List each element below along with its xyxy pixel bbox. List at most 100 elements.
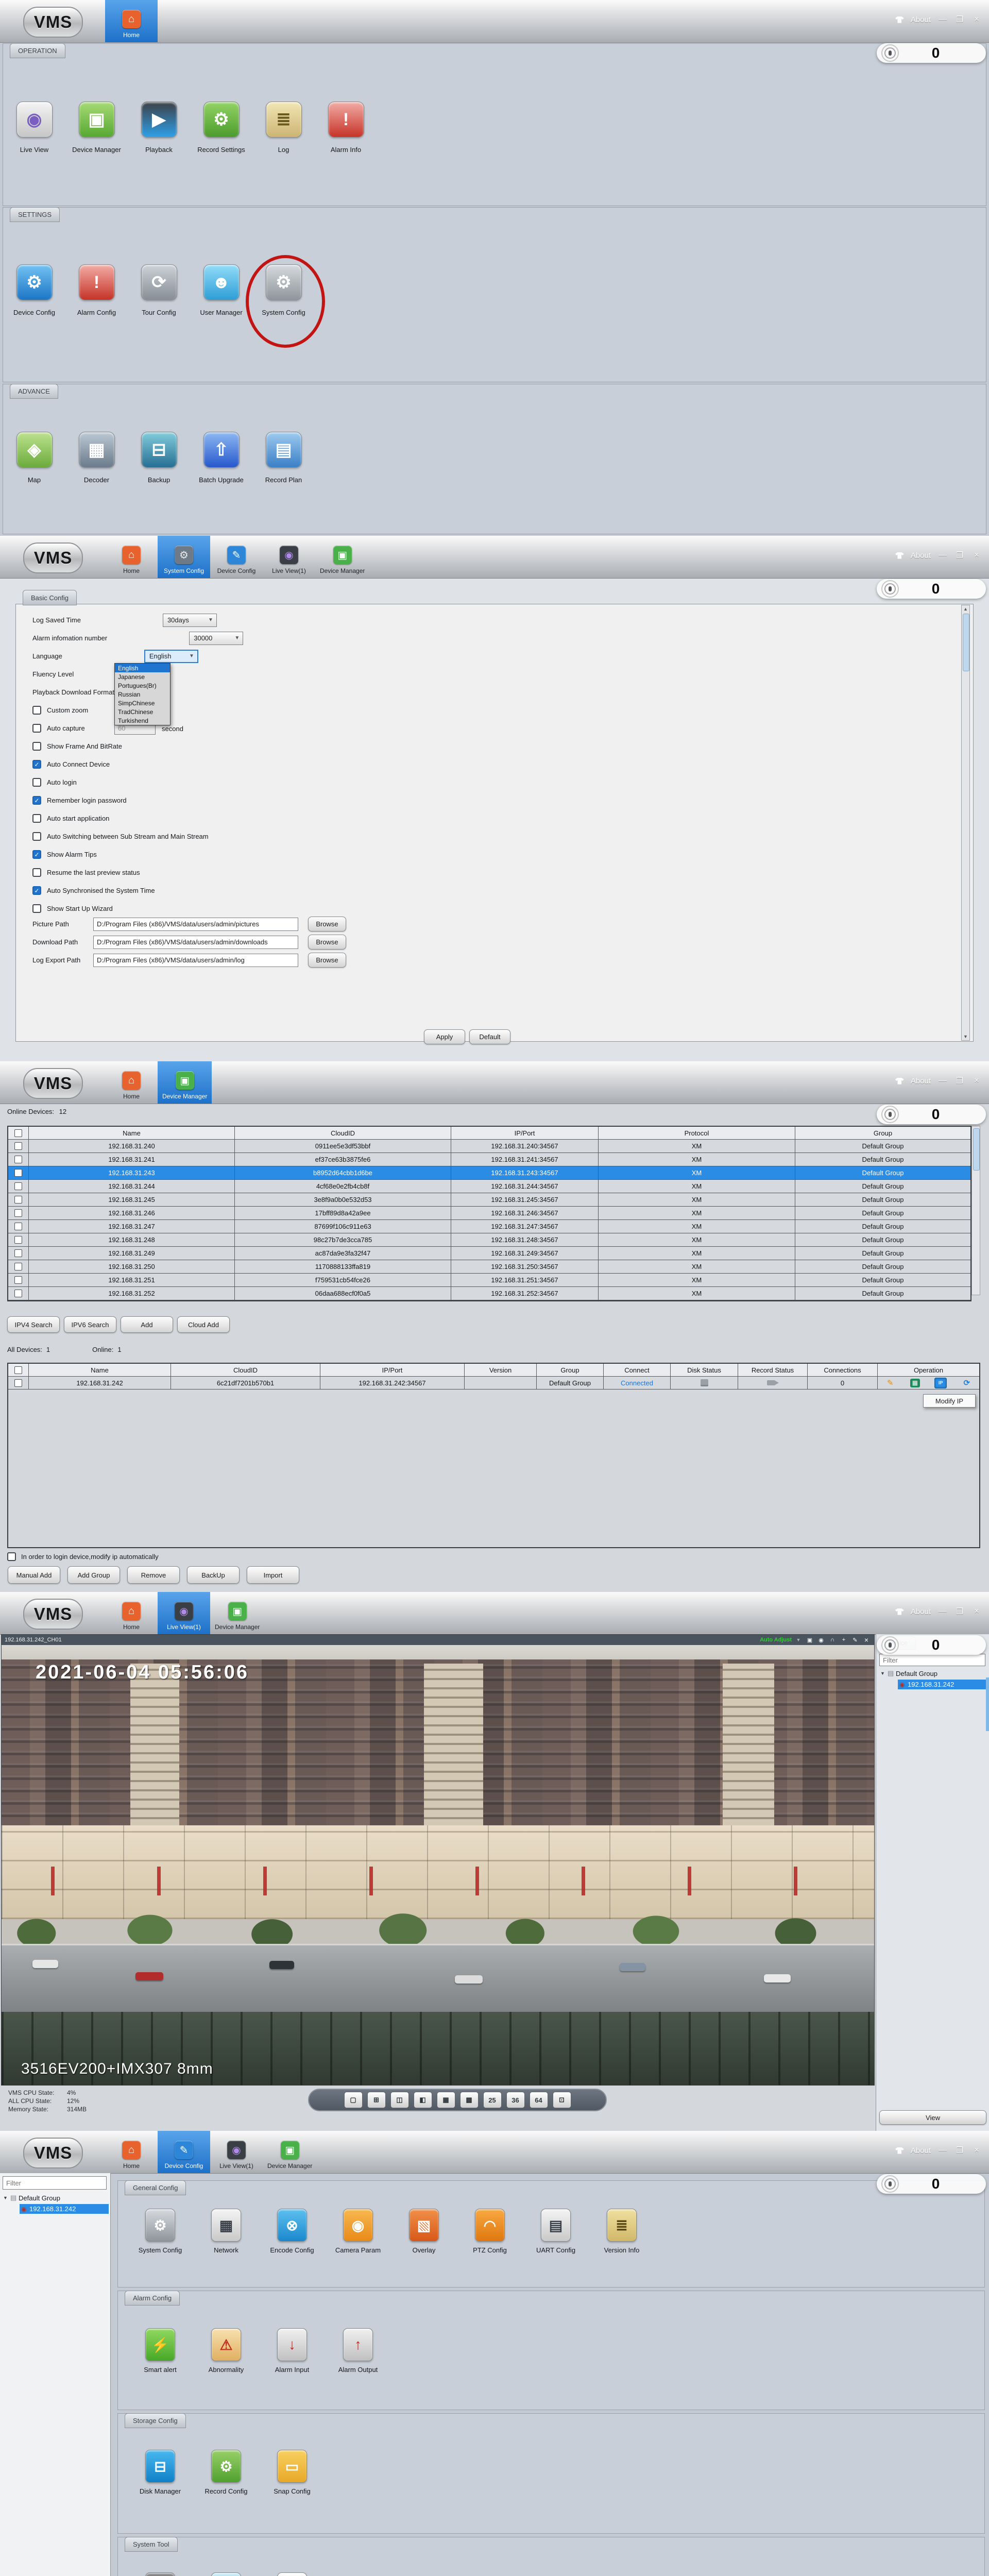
app-icon-item[interactable]: ⟳ Tour Config: [128, 264, 190, 317]
default-button[interactable]: Default: [469, 1029, 510, 1044]
log-saved-time-select[interactable]: 30days ▼: [163, 614, 217, 627]
config-icon-item[interactable]: ◠ PTZ Config: [457, 2209, 523, 2255]
alarm-notification-pill[interactable]: 0: [877, 1635, 986, 1655]
checkbox[interactable]: ✓: [32, 778, 41, 787]
tab[interactable]: ⌂ Home: [105, 1592, 158, 1634]
checkbox[interactable]: [14, 1142, 22, 1150]
auto-adjust-label[interactable]: Auto Adjust: [760, 1637, 792, 1643]
tree-device-row[interactable]: ◉ 192.168.31.242: [20, 2204, 109, 2214]
minimize-icon[interactable]: —: [937, 15, 948, 24]
device-row[interactable]: 192.168.31.244 4cf68e0e2fb4cb8f 192.168.…: [8, 1180, 970, 1193]
device-row[interactable]: 192.168.31.246 17bff89d8a42a9ee 192.168.…: [8, 1207, 970, 1220]
close-icon[interactable]: ×: [971, 551, 982, 560]
app-icon-item[interactable]: ⊟ Backup: [128, 432, 190, 485]
search-button[interactable]: IPV6 Search: [64, 1316, 116, 1333]
row-checkbox-cell[interactable]: [8, 1377, 29, 1389]
about-button[interactable]: About: [911, 15, 931, 24]
restore-icon[interactable]: ❐: [954, 1076, 965, 1086]
vertical-scrollbar[interactable]: ▲▼: [961, 605, 970, 1041]
device-row[interactable]: 192.168.31.249 ac87da9e3fa32f47 192.168.…: [8, 1247, 970, 1260]
device-row[interactable]: 192.168.31.247 87699f106c911e63 192.168.…: [8, 1220, 970, 1233]
column-header[interactable]: IP/Port: [320, 1364, 465, 1376]
alarm-notification-pill[interactable]: 0: [877, 43, 986, 63]
action-button[interactable]: Import: [247, 1566, 299, 1584]
basic-config-tab[interactable]: Basic Config: [23, 590, 77, 605]
search-button[interactable]: Cloud Add: [177, 1316, 230, 1333]
video-cell[interactable]: 192.168.31.242_CH01 Auto Adjust ▼ ▣ ◉ ∩ …: [1, 1634, 875, 2086]
config-icon-item[interactable]: ▧ Overlay: [391, 2209, 457, 2255]
apply-button[interactable]: Apply: [424, 1029, 465, 1044]
action-button[interactable]: Manual Add: [8, 1566, 60, 1584]
checkbox[interactable]: [14, 1182, 22, 1190]
checkbox[interactable]: ✓: [32, 760, 41, 769]
about-button[interactable]: About: [911, 1077, 931, 1086]
app-icon-item[interactable]: ⚙ Device Config: [3, 264, 65, 317]
chevron-down-icon[interactable]: ▼: [794, 1637, 803, 1642]
checkbox[interactable]: [14, 1156, 22, 1163]
about-button[interactable]: About: [911, 551, 931, 560]
row-checkbox-cell[interactable]: [8, 1247, 29, 1260]
layout-button[interactable]: ⊞: [367, 2092, 386, 2108]
close-icon[interactable]: ×: [971, 1607, 982, 1616]
tab[interactable]: ⌂ Home: [105, 536, 158, 578]
alarm-notification-pill[interactable]: 0: [877, 579, 986, 599]
config-icon-item[interactable]: ⌂ Default: [193, 2572, 259, 2576]
language-option[interactable]: Turkishend: [115, 716, 170, 725]
skin-icon[interactable]: [895, 1078, 904, 1084]
device-filter-input[interactable]: [3, 2176, 107, 2190]
tab[interactable]: ⌂ Home: [105, 2131, 158, 2173]
encode-icon[interactable]: ▦: [910, 1379, 920, 1387]
refresh-icon[interactable]: ⟳: [962, 1378, 972, 1387]
checkbox[interactable]: [14, 1263, 22, 1270]
checkbox[interactable]: [14, 1196, 22, 1204]
device-filter-input[interactable]: [879, 1654, 985, 1666]
tab[interactable]: ⚙ System Config: [158, 536, 210, 578]
skin-icon[interactable]: [895, 552, 904, 559]
tab[interactable]: ▣ Device Manager: [158, 1061, 212, 1104]
layout-button[interactable]: ▦: [437, 2092, 455, 2108]
device-row[interactable]: 192.168.31.250 1170888133ffa819 192.168.…: [8, 1260, 970, 1274]
device-row[interactable]: 192.168.31.245 3e8f9a0b0e532d53 192.168.…: [8, 1193, 970, 1207]
device-row[interactable]: 192.168.31.242 6c21df7201b570b1 192.168.…: [8, 1377, 979, 1389]
tab[interactable]: ◉ Live View(1): [210, 2131, 263, 2173]
config-icon-item[interactable]: ▤ UART Config: [523, 2209, 589, 2255]
device-row[interactable]: 192.168.31.251 f759531cb54fce26 192.168.…: [8, 1274, 970, 1287]
restore-icon[interactable]: ❐: [954, 2145, 965, 2156]
checkbox[interactable]: [14, 1169, 22, 1177]
column-header[interactable]: Connect: [604, 1364, 671, 1376]
snapshot-icon[interactable]: ◉: [816, 1637, 826, 1643]
checkbox[interactable]: ✓: [32, 814, 41, 823]
tree-group-row[interactable]: ▼ ▤ Default Group: [880, 1669, 937, 1677]
language-option[interactable]: Japanese: [115, 672, 170, 681]
app-icon-item[interactable]: ☻ User Manager: [190, 264, 252, 317]
tab[interactable]: ▣ Device Manager: [315, 536, 369, 578]
config-icon-item[interactable]: ↓ Alarm Input: [259, 2328, 325, 2375]
column-header[interactable]: CloudID: [235, 1127, 451, 1139]
device-row[interactable]: 192.168.31.240 0911ee5e3df53bbf 192.168.…: [8, 1140, 970, 1153]
select-all-checkbox-cell[interactable]: [8, 1364, 29, 1376]
device-row[interactable]: 192.168.31.243 b8952d64cbb1d6be 192.168.…: [8, 1166, 970, 1180]
app-icon-item[interactable]: ◈ Map: [3, 432, 65, 485]
row-checkbox-cell[interactable]: [8, 1220, 29, 1233]
checkbox[interactable]: ✓: [32, 796, 41, 805]
checkbox[interactable]: [14, 1236, 22, 1244]
checkbox[interactable]: [14, 1223, 22, 1230]
checkbox[interactable]: ✓: [32, 886, 41, 895]
checkbox[interactable]: ✓: [32, 706, 41, 715]
layout-button[interactable]: 64: [530, 2092, 548, 2108]
path-input[interactable]: [93, 936, 298, 949]
app-icon-item[interactable]: ≣ Log: [252, 101, 315, 155]
select-all-checkbox-cell[interactable]: [8, 1127, 29, 1139]
layout-button[interactable]: ⊡: [553, 2092, 571, 2108]
checkbox[interactable]: [14, 1209, 22, 1217]
about-button[interactable]: About: [911, 1607, 931, 1616]
row-checkbox-cell[interactable]: [8, 1287, 29, 1300]
config-icon-item[interactable]: ⚙ Record Config: [193, 2450, 259, 2496]
close-icon[interactable]: ×: [971, 1076, 982, 1086]
config-icon-item[interactable]: ◉ Camera Param: [325, 2209, 391, 2255]
checkbox[interactable]: [14, 1290, 22, 1297]
layout-button[interactable]: ◧: [414, 2092, 432, 2108]
auto-modify-ip-checkbox[interactable]: [7, 1552, 16, 1561]
column-header[interactable]: IP/Port: [451, 1127, 599, 1139]
alarm-notification-pill[interactable]: 0: [877, 2174, 986, 2194]
